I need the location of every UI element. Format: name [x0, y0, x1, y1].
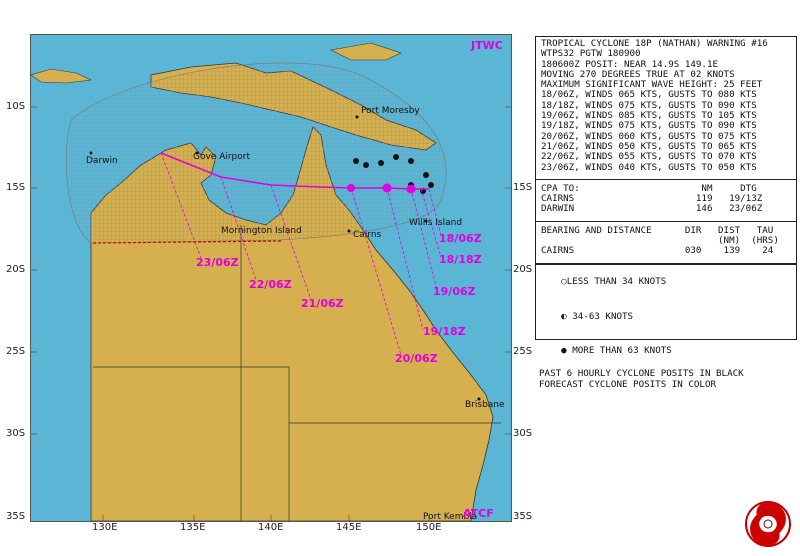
forecast-wind-line: 23/06Z, WINDS 040 KTS, GUSTS TO 050 KTS: [541, 161, 757, 173]
place-cairns: Cairns: [353, 230, 382, 240]
legend-panel: ○LESS THAN 34 KNOTS ◐ 34-63 KNOTS ● MORE…: [535, 264, 797, 390]
forecast-label: 21/06Z: [301, 297, 344, 310]
forecast-label: 19/06Z: [433, 285, 476, 298]
lat-label: 35S: [513, 511, 533, 522]
warning-panel: TROPICAL CYCLONE 18P (NATHAN) WARNING #1…: [535, 36, 797, 264]
legend-item: ● MORE THAN 63 KNOTS: [561, 344, 672, 356]
place-port-moresby: Port Moresby: [361, 106, 420, 116]
agency-jtwc: JTWC: [470, 39, 503, 52]
track-map: 18/06Z 18/18Z 19/06Z 19/18Z 20/06Z 21/06…: [31, 35, 511, 521]
place-gove-airport: Gove Airport: [193, 152, 250, 162]
lat-label: 20S: [6, 264, 26, 275]
lon-label: 135E: [180, 522, 206, 533]
lat-label: 15S: [6, 182, 26, 193]
legend-note: PAST 6 HOURLY CYCLONE POSITS IN BLACK: [539, 367, 744, 379]
agency-atcf: ATCF: [463, 507, 494, 520]
lat-label: 30S: [6, 428, 26, 439]
lon-label: 150E: [416, 522, 442, 533]
lat-label: 30S: [513, 428, 533, 439]
full-storm-icon: ●: [561, 344, 567, 356]
half-storm-icon: ◐: [561, 310, 567, 322]
lon-label: 145E: [336, 522, 362, 533]
place-darwin: Darwin: [86, 156, 118, 166]
lon-label: 140E: [258, 522, 284, 533]
legend-item: ◐ 34-63 KNOTS: [561, 310, 634, 322]
bearing-row: CAIRNS 030 139 24: [541, 245, 774, 257]
legend-note: FORECAST CYCLONE POSITS IN COLOR: [539, 379, 717, 391]
map-frame: 18/06Z 18/18Z 19/06Z 19/18Z 20/06Z 21/06…: [30, 34, 512, 522]
legend-item: ○LESS THAN 34 KNOTS: [561, 276, 667, 288]
lat-label: 25S: [6, 346, 26, 357]
forecast-label: 23/06Z: [196, 256, 239, 269]
forecast-label: 19/18Z: [423, 325, 466, 338]
lat-label: 15S: [513, 182, 533, 193]
lat-label: 10S: [6, 101, 26, 112]
forecast-label: 18/18Z: [439, 253, 482, 266]
forecast-label: 20/06Z: [395, 352, 438, 365]
place-brisbane: Brisbane: [465, 400, 505, 410]
lat-label: 20S: [513, 264, 533, 275]
lat-label: 35S: [6, 511, 26, 522]
forecast-label: 18/06Z: [439, 232, 482, 245]
place-willis-island: Willis Island: [409, 218, 462, 228]
jtwc-logo: [745, 501, 791, 547]
cpa-row: DARWIN 146 23/06Z: [541, 203, 763, 215]
lat-label: 25S: [513, 346, 533, 357]
place-mornington-island: Mornington Island: [221, 226, 302, 236]
forecast-label: 22/06Z: [249, 278, 292, 291]
lon-label: 130E: [92, 522, 118, 533]
